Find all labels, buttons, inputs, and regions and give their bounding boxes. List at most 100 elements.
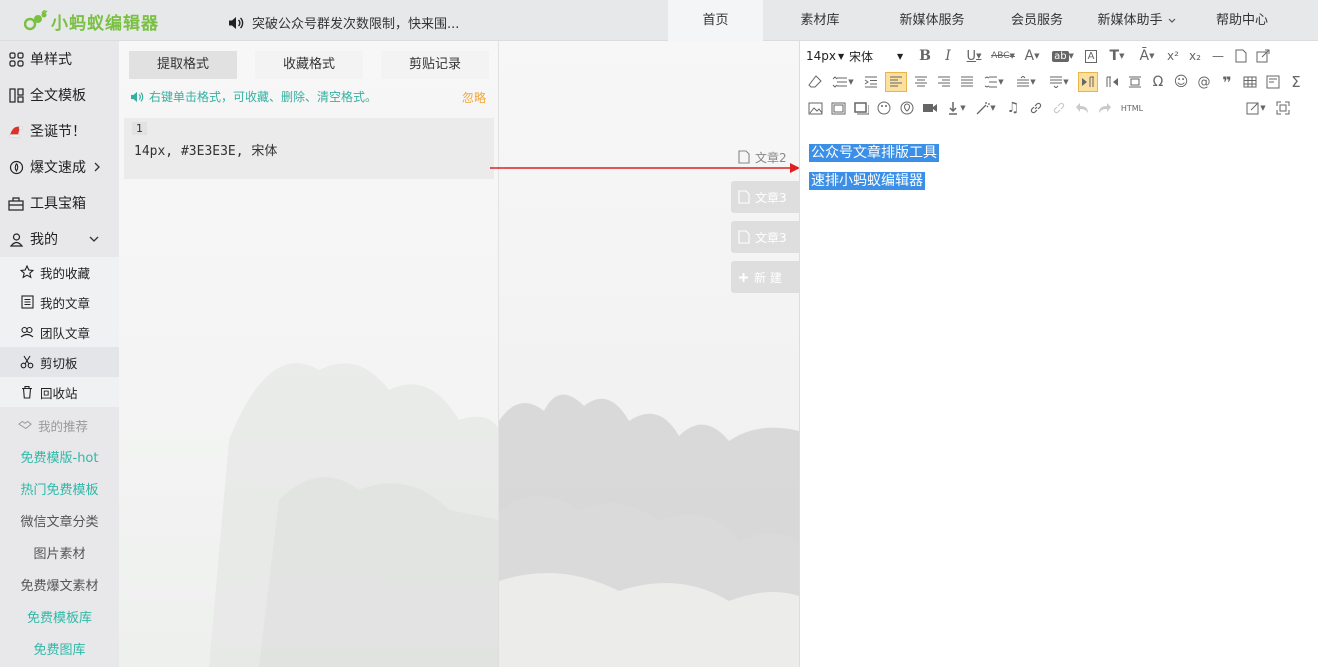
sidebar-item-label: 我的: [30, 232, 58, 248]
font-family-select[interactable]: 宋体 ▼: [849, 46, 911, 66]
multi-image-icon[interactable]: [829, 98, 847, 118]
trash-icon: [20, 385, 34, 399]
sidebar-item-quick-article[interactable]: 爆文速成: [0, 149, 119, 185]
unlink-icon[interactable]: [1050, 98, 1068, 118]
nav-home[interactable]: 首页: [668, 0, 763, 41]
notice-bar[interactable]: 突破公众号群发次数限制，快来围...: [228, 13, 459, 32]
article-item[interactable]: 文章3: [731, 221, 799, 253]
align-left-icon[interactable]: [885, 72, 907, 92]
selected-text: 速排小蚂蚁编辑器: [809, 172, 925, 190]
direction-ltr-icon[interactable]: [1078, 72, 1098, 92]
ignore-link[interactable]: 忽略: [462, 89, 486, 106]
special-char-icon[interactable]: Ω: [1149, 72, 1167, 92]
italic-icon[interactable]: I: [939, 46, 957, 66]
clipboard-entry[interactable]: 1 14px, #3E3E3E, 宋体: [124, 118, 494, 179]
horizontal-rule-icon[interactable]: —: [1209, 46, 1227, 66]
eraser-icon[interactable]: [806, 72, 824, 92]
sidebar-subitem-label: 回收站: [40, 385, 78, 401]
blockquote-icon[interactable]: ❞: [1218, 72, 1236, 92]
search-replace-icon[interactable]: @: [1195, 72, 1213, 92]
sidebar-link-image-materials[interactable]: 图片素材: [0, 539, 119, 571]
sidebar-link-hot-free-templates[interactable]: 热门免费模板: [0, 475, 119, 507]
palette-icon[interactable]: [875, 98, 893, 118]
superscript-icon[interactable]: x²: [1165, 46, 1181, 66]
fullscreen-icon[interactable]: [1275, 98, 1291, 118]
text-case-icon[interactable]: Ā ▼: [1134, 46, 1160, 66]
tab-extract-format[interactable]: 提取格式: [129, 51, 237, 79]
sidebar-item-mine[interactable]: 我的: [0, 221, 119, 257]
formula-icon[interactable]: Σ: [1287, 72, 1305, 92]
music-icon[interactable]: ♫: [1004, 98, 1022, 118]
article-item[interactable]: 文章3: [731, 181, 799, 213]
sidebar-subitem-team-articles[interactable]: 团队文章: [0, 317, 119, 347]
background-color-icon[interactable]: ab ▼: [1049, 46, 1077, 66]
sidebar-subitem-recycle-bin[interactable]: 回收站: [0, 377, 119, 407]
align-center-icon[interactable]: [912, 72, 930, 92]
sidebar-item-toolbox[interactable]: 工具宝箱: [0, 185, 119, 221]
align-justify-icon[interactable]: [958, 72, 976, 92]
font-color-icon[interactable]: A ▼: [1020, 46, 1044, 66]
underline-icon[interactable]: U ▼: [962, 46, 986, 66]
sidebar-item-full-template[interactable]: 全文模板: [0, 77, 119, 113]
attachment-icon[interactable]: ▼: [944, 98, 968, 118]
indent-icon[interactable]: [862, 72, 880, 92]
background-landscape: [499, 41, 799, 667]
sidebar-link-free-image-library[interactable]: 免费图库: [0, 635, 119, 667]
user-icon: [8, 231, 24, 247]
sidebar-subitem-favorites[interactable]: 我的收藏: [0, 257, 119, 287]
clipboard-hint: 右键单击格式，可收藏、删除、清空格式。: [130, 88, 490, 105]
strikethrough-icon[interactable]: ABC ▼: [991, 46, 1015, 66]
content-line[interactable]: 公众号文章排版工具: [809, 139, 939, 167]
font-style-icon[interactable]: T ▼: [1105, 46, 1129, 66]
direction-rtl-icon[interactable]: [1103, 72, 1121, 92]
table-icon[interactable]: [1241, 72, 1259, 92]
sidebar-item-recommend[interactable]: 我的推荐: [0, 407, 119, 443]
nav-help-center[interactable]: 帮助中心: [1187, 0, 1297, 41]
border-text-icon[interactable]: A: [1082, 46, 1100, 66]
redo-icon[interactable]: [1096, 98, 1114, 118]
speaker-icon: [229, 16, 244, 29]
emoji-icon[interactable]: ☺: [1172, 72, 1190, 92]
spacing-after-icon[interactable]: ▼: [1045, 72, 1073, 92]
image-icon[interactable]: [806, 98, 824, 118]
line-height-icon[interactable]: ▼: [981, 72, 1007, 92]
sidebar-item-single-style[interactable]: 单样式: [0, 41, 119, 77]
link-icon[interactable]: [1027, 98, 1045, 118]
new-page-icon[interactable]: [1232, 46, 1250, 66]
paragraph-spacing-icon[interactable]: ▼: [829, 72, 857, 92]
new-article-button[interactable]: 新 建: [731, 261, 799, 293]
sidebar-subitem-my-articles[interactable]: 我的文章: [0, 287, 119, 317]
video-icon[interactable]: [921, 98, 939, 118]
undo-icon[interactable]: [1073, 98, 1091, 118]
logo[interactable]: 小蚂蚁编辑器: [24, 9, 159, 34]
html-source-button[interactable]: HTML: [1119, 98, 1145, 118]
sidebar-link-free-viral-materials[interactable]: 免费爆文素材: [0, 571, 119, 603]
edit-mode-icon[interactable]: ▼: [1242, 98, 1270, 118]
editor-content[interactable]: 公众号文章排版工具 速排小蚂蚁编辑器: [809, 139, 939, 195]
nav-materials[interactable]: 素材库: [763, 0, 877, 41]
sidebar-link-article-category[interactable]: 微信文章分类: [0, 507, 119, 539]
sidebar-link-free-template-library[interactable]: 免费模板库: [0, 603, 119, 635]
template-insert-icon[interactable]: [1264, 72, 1282, 92]
tab-saved-format[interactable]: 收藏格式: [255, 51, 363, 79]
screen-icon[interactable]: [852, 98, 870, 118]
tab-clip-history[interactable]: 剪贴记录: [381, 51, 489, 79]
align-right-icon[interactable]: [935, 72, 953, 92]
image-float-icon[interactable]: [1126, 72, 1144, 92]
nav-member-service[interactable]: 会员服务: [987, 0, 1087, 41]
subscript-icon[interactable]: x₂: [1186, 46, 1204, 66]
sidebar-item-christmas[interactable]: 圣诞节！: [0, 113, 119, 149]
bold-icon[interactable]: B: [916, 46, 934, 66]
map-icon[interactable]: [898, 98, 916, 118]
export-icon[interactable]: [1255, 46, 1271, 66]
article-item[interactable]: 文章2: [731, 141, 799, 173]
article-list: 文章2 文章3 文章3 新 建: [731, 141, 799, 301]
magic-wand-icon[interactable]: ▼: [973, 98, 999, 118]
spacing-before-icon[interactable]: ▼: [1012, 72, 1040, 92]
font-size-select[interactable]: 14px ▼: [806, 46, 844, 66]
nav-media-service[interactable]: 新媒体服务: [877, 0, 987, 41]
nav-media-assistant[interactable]: 新媒体助手: [1087, 0, 1187, 41]
content-line[interactable]: 速排小蚂蚁编辑器: [809, 167, 939, 195]
sidebar-subitem-clipboard[interactable]: 剪切板: [0, 347, 119, 377]
sidebar-link-free-template-hot[interactable]: 免费模版-hot: [0, 443, 119, 475]
